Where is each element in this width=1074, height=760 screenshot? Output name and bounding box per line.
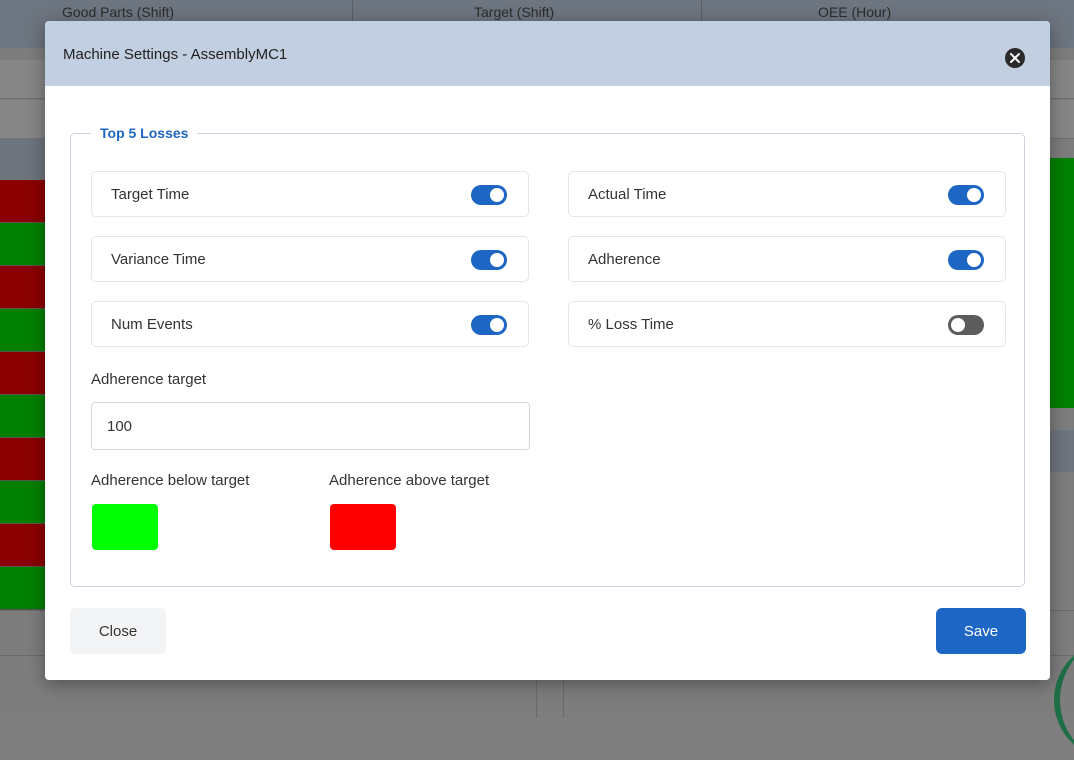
background-gauge-arc xyxy=(1054,640,1074,760)
close-circle-icon[interactable] xyxy=(1005,48,1025,68)
background-status-cell xyxy=(0,481,45,524)
background-chart-bar xyxy=(1049,158,1074,408)
background-status-cell xyxy=(0,309,45,352)
toggle-card-actual-time: Actual Time xyxy=(568,171,1006,217)
machine-settings-modal: Machine Settings - AssemblyMC1 Top 5 Los… xyxy=(45,21,1050,680)
modal-title: Machine Settings - AssemblyMC1 xyxy=(63,46,288,63)
below-target-color-swatch[interactable] xyxy=(92,504,158,550)
above-target-color-swatch[interactable] xyxy=(330,504,396,550)
background-status-cell xyxy=(0,524,45,567)
toggle-label: Variance Time xyxy=(111,251,206,268)
toggle-knob xyxy=(951,318,965,332)
background-status-cell xyxy=(0,352,45,395)
toggle-card-adherence: Adherence xyxy=(568,236,1006,282)
toggle-knob xyxy=(490,253,504,267)
background-status-cell xyxy=(0,266,45,309)
background-header-cell: OEE (Hour) xyxy=(818,4,892,20)
save-button[interactable]: Save xyxy=(936,608,1026,654)
background-column-header xyxy=(0,138,45,180)
toggle-knob xyxy=(490,318,504,332)
toggle-knob xyxy=(490,188,504,202)
toggle-card-target-time: Target Time xyxy=(91,171,529,217)
loss-time-toggle[interactable] xyxy=(948,315,984,335)
actual-time-toggle[interactable] xyxy=(948,185,984,205)
adherence-target-input[interactable] xyxy=(91,402,530,450)
section-legend: Top 5 Losses xyxy=(100,125,189,141)
background-status-cell xyxy=(0,395,45,438)
below-target-label: Adherence below target xyxy=(91,472,250,489)
modal-header: Machine Settings - AssemblyMC1 xyxy=(45,21,1050,86)
variance-time-toggle[interactable] xyxy=(471,250,507,270)
toggle-card-loss-time: % Loss Time xyxy=(568,301,1006,347)
adherence-target-label: Adherence target xyxy=(91,371,207,388)
toggle-card-variance-time: Variance Time xyxy=(91,236,529,282)
background-status-cell xyxy=(0,223,45,266)
num-events-toggle[interactable] xyxy=(471,315,507,335)
toggle-label: % Loss Time xyxy=(588,316,674,333)
close-button[interactable]: Close xyxy=(70,608,166,654)
toggle-knob xyxy=(967,188,981,202)
background-status-cell xyxy=(0,180,45,223)
toggle-label: Actual Time xyxy=(588,186,667,203)
background-header-cell: Good Parts (Shift) xyxy=(62,4,175,20)
target-time-toggle[interactable] xyxy=(471,185,507,205)
toggle-card-num-events: Num Events xyxy=(91,301,529,347)
toggle-label: Target Time xyxy=(111,186,190,203)
toggle-knob xyxy=(967,253,981,267)
background-header-cell: Target (Shift) xyxy=(474,4,555,20)
background-panel xyxy=(1049,430,1074,472)
toggle-label: Adherence xyxy=(588,251,661,268)
toggle-label: Num Events xyxy=(111,316,193,333)
above-target-label: Adherence above target xyxy=(329,472,490,489)
background-status-cell xyxy=(0,438,45,481)
adherence-toggle[interactable] xyxy=(948,250,984,270)
background-status-cell xyxy=(0,567,45,610)
